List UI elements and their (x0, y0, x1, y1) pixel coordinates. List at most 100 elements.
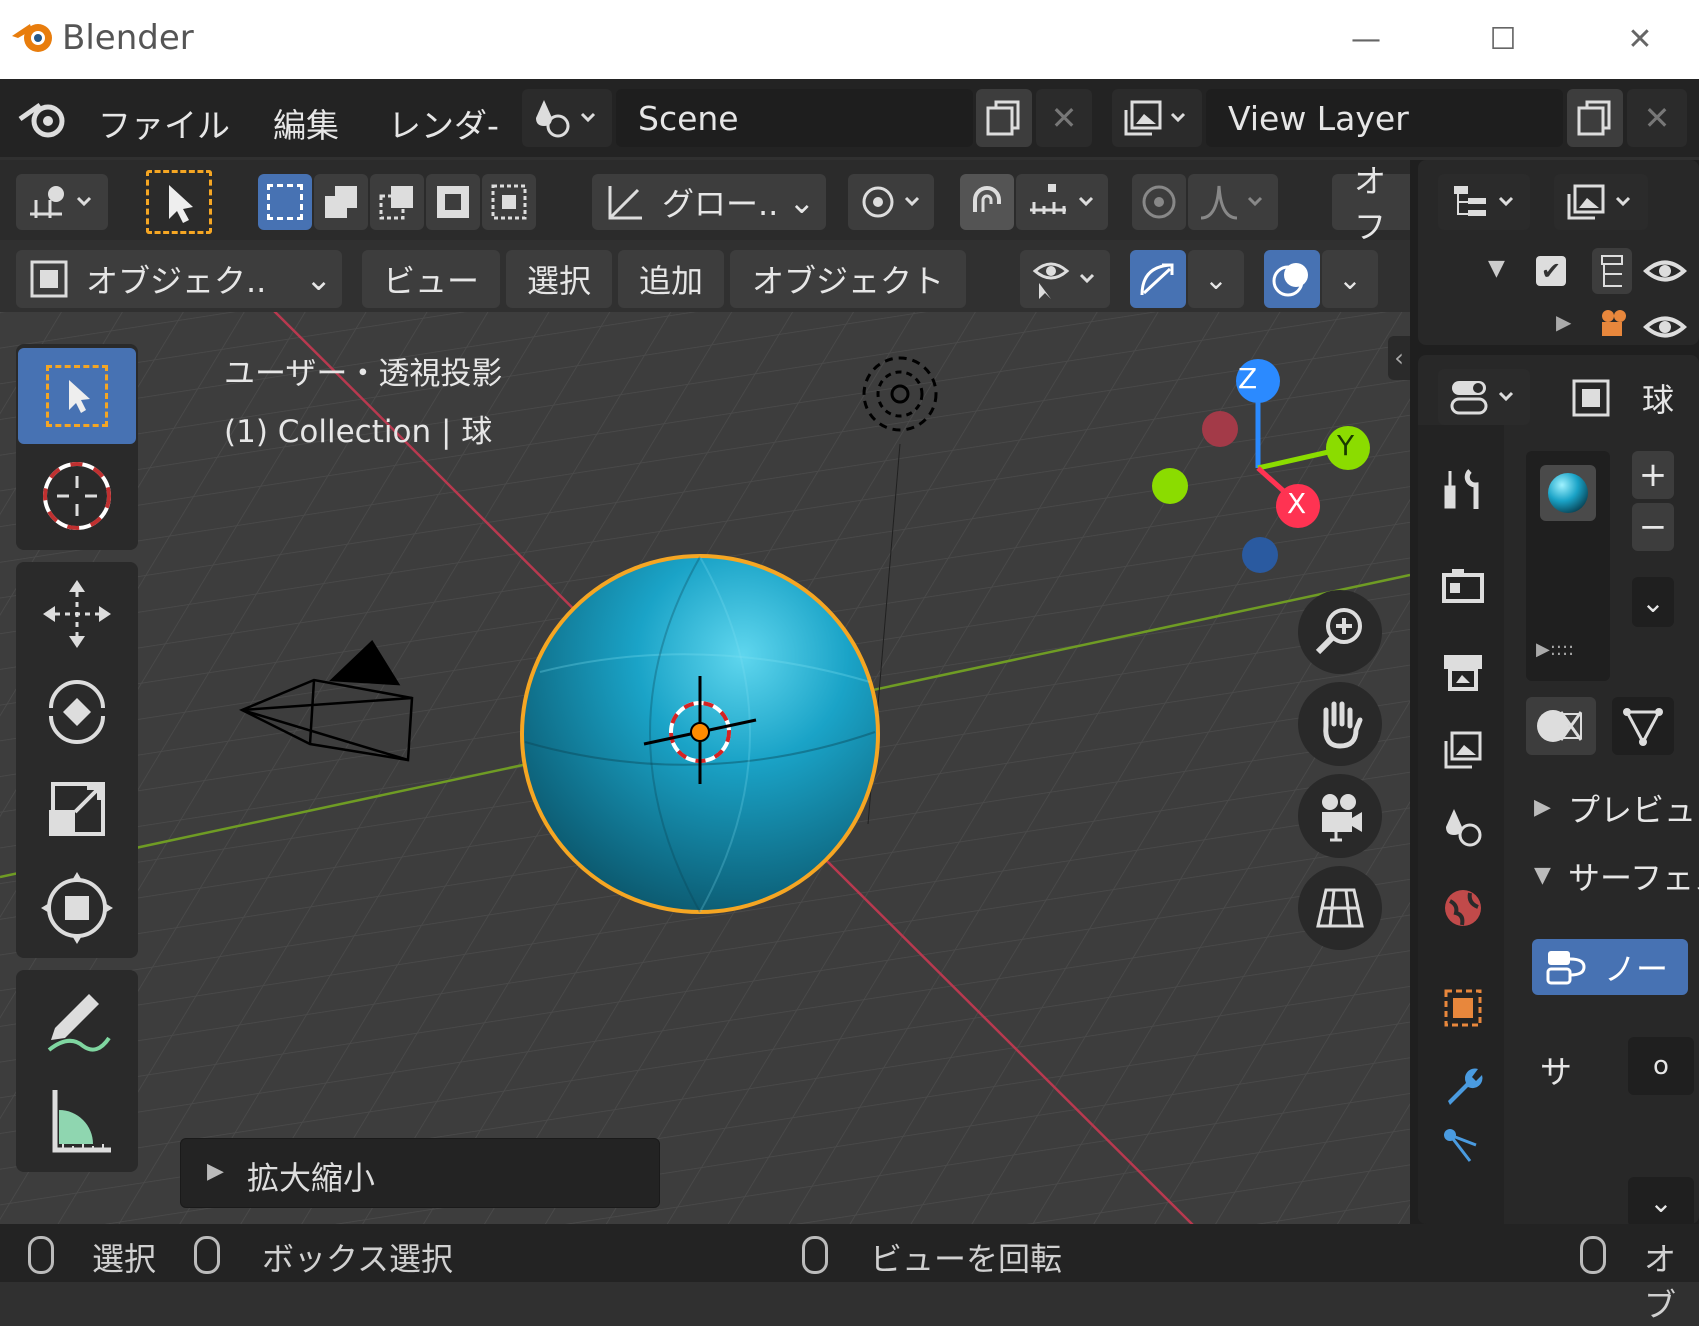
view-layer-name-field[interactable]: View Layer (1206, 89, 1563, 147)
menu-render[interactable]: レンダ- (388, 99, 499, 147)
menu-view[interactable]: ビュー (362, 250, 500, 308)
3d-viewport[interactable]: Z Y X ユーザー・透視投影 (1) Collection | 球 ‹ ▶ 拡… (0, 312, 1410, 1224)
chevron-right-icon[interactable]: ▶ (1534, 795, 1551, 820)
view-layer-selector-button[interactable] (1112, 89, 1202, 147)
delete-scene-button[interactable]: ✕ (1036, 89, 1092, 147)
tab-output[interactable] (1428, 637, 1498, 707)
overlays-dropdown[interactable]: ⌄ (1322, 250, 1378, 308)
object-mode-dropdown[interactable]: オブジェク.. ⌄ (16, 250, 342, 308)
duplicate-icon (986, 100, 1020, 136)
menu-object[interactable]: オブジェクト (730, 250, 966, 308)
sidebar-toggle-chevron-icon[interactable]: ‹ (1388, 336, 1410, 380)
new-scene-button[interactable] (976, 89, 1032, 147)
tab-particles[interactable] (1428, 1125, 1498, 1165)
outliner-filter-dropdown[interactable] (1554, 174, 1648, 230)
tab-scene[interactable] (1428, 793, 1498, 863)
maximize-button[interactable]: ☐ (1463, 14, 1543, 64)
tool-move[interactable] (18, 566, 136, 662)
tool-rotate[interactable] (18, 664, 136, 760)
minimize-button[interactable]: — (1326, 14, 1406, 64)
visibility-dropdown[interactable] (1020, 250, 1110, 308)
select-mode-new-button[interactable] (258, 174, 312, 230)
outliner-panel: ▼ ✔ ▶ (1418, 160, 1699, 345)
material-slot-item[interactable] (1540, 465, 1596, 521)
tab-object[interactable] (1428, 973, 1498, 1043)
new-view-layer-button[interactable] (1567, 89, 1623, 147)
select-mode-intersect-button[interactable] (482, 174, 536, 230)
child-triangle-icon[interactable]: ▶ (1556, 310, 1571, 334)
gizmo-dropdown[interactable]: ⌄ (1188, 250, 1244, 308)
chevron-down-icon[interactable]: ▼ (1534, 863, 1551, 888)
tab-view-layer[interactable] (1428, 715, 1498, 785)
menu-edit[interactable]: 編集 (273, 99, 339, 147)
tool-annotate[interactable] (18, 974, 136, 1070)
gizmo-z-label: Z (1238, 362, 1258, 395)
scene-name-field[interactable]: Scene (616, 89, 973, 147)
last-operation-panel[interactable]: ▶ 拡大縮小 (180, 1138, 660, 1208)
remove-material-slot-button[interactable]: − (1632, 503, 1674, 551)
node-triangle-icon (1623, 708, 1663, 746)
tool-select-box[interactable] (18, 348, 136, 444)
list-resize-handle[interactable]: ▶:::: (1536, 639, 1574, 660)
panel-dropdown[interactable]: ⌄ (1628, 1177, 1694, 1224)
add-material-slot-button[interactable]: + (1632, 451, 1674, 499)
transform-orientation-dropdown[interactable]: グロー.. ⌄ (592, 174, 826, 230)
tool-scale[interactable] (18, 762, 136, 858)
overlays-icon (1272, 263, 1308, 297)
delete-view-layer-button[interactable]: ✕ (1627, 89, 1687, 147)
snap-target-dropdown[interactable] (1016, 174, 1108, 230)
proportional-falloff-dropdown[interactable] (1188, 174, 1278, 230)
eye-icon[interactable] (1642, 254, 1688, 288)
blender-menu-icon[interactable] (18, 97, 66, 139)
collection-checkbox[interactable]: ✔ (1536, 256, 1566, 286)
outliner-display-mode-dropdown[interactable] (1438, 174, 1530, 230)
gizmo-x-label: X (1287, 487, 1307, 520)
select-mode-invert-button[interactable] (426, 174, 480, 230)
select-mode-extend-button[interactable] (314, 174, 368, 230)
tab-tool[interactable] (1428, 455, 1498, 525)
gizmo-toggle-button[interactable] (1130, 250, 1186, 308)
select-mode-subtract-button[interactable] (370, 174, 424, 230)
properties-editor-type-dropdown[interactable] (1438, 369, 1530, 425)
menu-select[interactable]: 選択 (506, 250, 612, 308)
menu-file[interactable]: ファイル (98, 99, 230, 147)
tools-icon (1444, 469, 1479, 509)
orientation-axes-icon (608, 186, 642, 220)
toggle-perspective-button[interactable] (1298, 866, 1382, 950)
material-slot-list[interactable]: ▶:::: (1526, 451, 1610, 681)
editor-type-button[interactable] (16, 174, 108, 230)
snap-toggle-button[interactable] (960, 174, 1014, 230)
node-tree-button[interactable] (1612, 697, 1674, 755)
material-browse-button[interactable] (1526, 697, 1596, 755)
menu-add[interactable]: 追加 (618, 250, 724, 308)
use-nodes-button[interactable]: ノー (1532, 939, 1688, 995)
preview-section-header[interactable]: プレビュー (1568, 785, 1699, 831)
overlays-toggle-button[interactable] (1264, 250, 1320, 308)
tool-cursor[interactable] (18, 448, 136, 544)
render-camera-icon (1442, 569, 1484, 603)
options-dropdown[interactable]: オフ (1332, 162, 1410, 246)
pivot-point-dropdown[interactable] (848, 174, 934, 230)
surface-shader-field[interactable]: o (1628, 1037, 1694, 1095)
surface-section-header[interactable]: サーフェス (1568, 853, 1699, 899)
pan-button[interactable] (1298, 682, 1382, 766)
proportional-editing-button[interactable] (1132, 174, 1186, 230)
tab-modifiers[interactable] (1428, 1051, 1498, 1121)
tab-render[interactable] (1428, 549, 1498, 619)
properties-panel: 球 ▶:::: + − ⌄ ▶ プレビュ ▼ サーフェ ノー サ o ⌄ (1418, 355, 1699, 1224)
collapse-triangle-icon[interactable]: ▼ (1488, 256, 1505, 281)
tab-world[interactable] (1428, 873, 1498, 943)
scene-selector-button[interactable] (522, 89, 612, 147)
camera-view-button[interactable] (1298, 774, 1382, 858)
measure-ruler-icon (52, 1090, 111, 1153)
close-button[interactable]: ✕ (1600, 14, 1680, 64)
eye-icon[interactable] (1642, 310, 1688, 344)
tool-transform[interactable] (18, 860, 136, 956)
zoom-button[interactable] (1298, 590, 1382, 674)
material-specials-dropdown[interactable]: ⌄ (1632, 577, 1674, 627)
window-titlebar: Blender — ☐ ✕ (0, 0, 1699, 79)
select-tool-indicator[interactable] (146, 170, 212, 234)
tool-measure[interactable] (18, 1072, 136, 1168)
viewport-scene-canvas[interactable] (0, 312, 1410, 1224)
cursor-arrow-icon (169, 185, 193, 223)
